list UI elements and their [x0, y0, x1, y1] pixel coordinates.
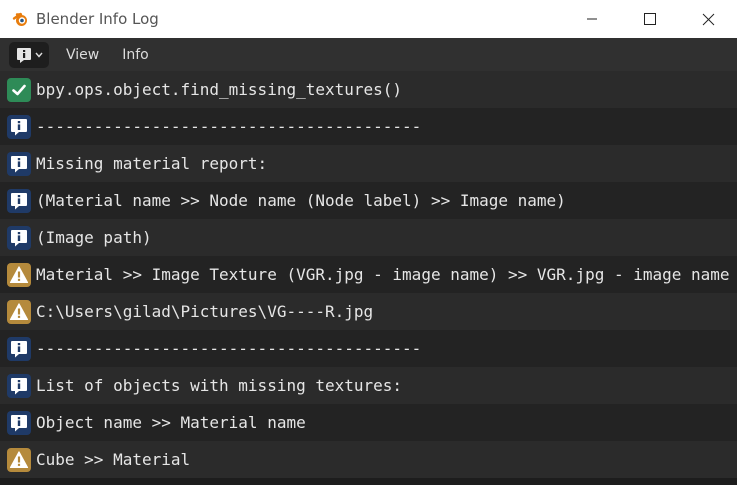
- log-message: bpy.ops.object.find_missing_textures(): [36, 80, 403, 99]
- log-row[interactable]: (Material name >> Node name (Node label)…: [0, 182, 737, 219]
- info-icon: [7, 373, 31, 398]
- minimize-button[interactable]: [563, 0, 621, 38]
- title-bar[interactable]: Blender Info Log: [0, 0, 737, 38]
- maximize-button[interactable]: [621, 0, 679, 38]
- info-editor-header: View Info: [0, 38, 737, 71]
- log-row[interactable]: ----------------------------------------: [0, 330, 737, 367]
- maximize-icon: [644, 13, 656, 25]
- warning-icon: [7, 262, 31, 287]
- log-message: C:\Users\gilad\Pictures\VG----R.jpg: [36, 302, 374, 321]
- log-message: List of objects with missing textures:: [36, 376, 403, 395]
- info-icon: [7, 336, 31, 361]
- window-title: Blender Info Log: [36, 10, 159, 28]
- warning-icon: [7, 299, 31, 324]
- window-controls: [563, 0, 737, 38]
- log-row[interactable]: Object name >> Material name: [0, 404, 737, 441]
- log-message: ----------------------------------------: [36, 339, 422, 358]
- log-row[interactable]: Cube >> Material: [0, 441, 737, 478]
- info-icon: [7, 188, 31, 213]
- log-message: (Image path): [36, 228, 152, 247]
- info-icon: [7, 151, 31, 176]
- warning-icon: [7, 447, 31, 472]
- info-icon: [7, 225, 31, 250]
- close-button[interactable]: [679, 0, 737, 38]
- log-row[interactable]: Material >> Image Texture (VGR.jpg - ima…: [0, 256, 737, 293]
- info-editor-icon: [17, 47, 31, 63]
- log-row[interactable]: ----------------------------------------: [0, 108, 737, 145]
- close-icon: [702, 13, 714, 25]
- minimize-icon: [587, 18, 597, 20]
- info-log-list[interactable]: bpy.ops.object.find_missing_textures() -…: [0, 71, 737, 478]
- menu-info[interactable]: Info: [121, 43, 150, 67]
- blender-info-log-window: Blender Info Log View Info bpy.ops.objec…: [0, 0, 737, 485]
- info-icon: [7, 114, 31, 139]
- menu-view[interactable]: View: [65, 43, 100, 67]
- log-row[interactable]: bpy.ops.object.find_missing_textures(): [0, 71, 737, 108]
- log-message: (Material name >> Node name (Node label)…: [36, 191, 566, 210]
- log-message: ----------------------------------------: [36, 117, 422, 136]
- log-row[interactable]: List of objects with missing textures:: [0, 367, 737, 404]
- log-row[interactable]: C:\Users\gilad\Pictures\VG----R.jpg: [0, 293, 737, 330]
- editor-type-dropdown[interactable]: [9, 41, 49, 68]
- log-message: Cube >> Material: [36, 450, 191, 469]
- chevron-down-icon: [35, 52, 43, 58]
- log-row[interactable]: (Image path): [0, 219, 737, 256]
- log-row[interactable]: Missing material report:: [0, 145, 737, 182]
- log-message: Material >> Image Texture (VGR.jpg - ima…: [36, 265, 730, 284]
- blender-logo-icon: [10, 9, 30, 29]
- checkmark-icon: [7, 77, 31, 102]
- info-icon: [7, 410, 31, 435]
- log-message: Missing material report:: [36, 154, 268, 173]
- log-message: Object name >> Material name: [36, 413, 306, 432]
